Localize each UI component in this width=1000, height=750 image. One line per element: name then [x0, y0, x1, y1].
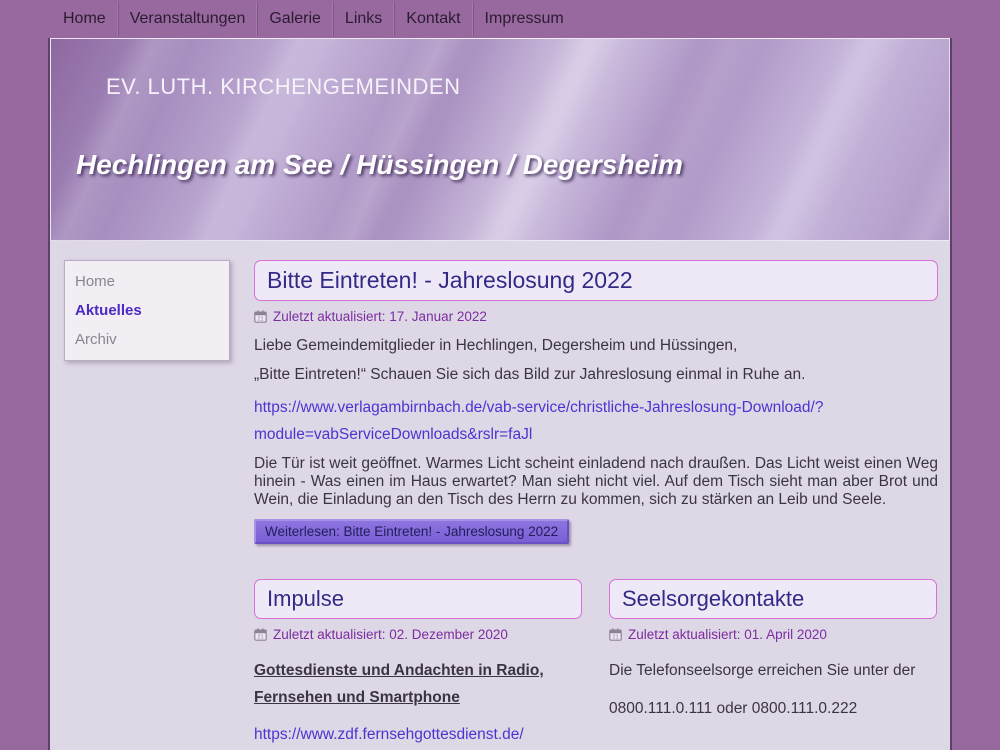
seelsorge-text: Die Telefonseelsorge erreichen Sie unter…: [609, 658, 937, 685]
impulse-updated-text: Zuletzt aktualisiert: 02. Dezember 2020: [273, 627, 508, 642]
article-updated-row: 21 Zuletzt aktualisiert: 17. Januar 2022: [254, 309, 938, 324]
readmore-button[interactable]: Weiterlesen: Bitte Eintreten! - Jahreslo…: [254, 519, 569, 544]
nav-item-veranstaltungen[interactable]: Veranstaltungen: [118, 2, 258, 36]
svg-text:21: 21: [257, 317, 263, 323]
seelsorge-updated-row: 21 Zuletzt aktualisiert: 01. April 2020: [609, 627, 937, 642]
seelsorge-title: Seelsorgekontakte: [609, 579, 937, 619]
sidebar-item-archiv[interactable]: Archiv: [65, 325, 229, 354]
bottom-columns: Impulse 21 Zuletzt aktualisiert: 02. Dez…: [254, 579, 938, 744]
site-slogan: Hechlingen am See / Hüssingen / Degershe…: [76, 149, 683, 181]
svg-text:21: 21: [612, 635, 618, 641]
nav-item-links[interactable]: Links: [333, 2, 394, 36]
seelsorge-column: Seelsorgekontakte 21 Zuletzt aktualisier…: [609, 579, 937, 744]
site-title: EV. LUTH. KIRCHENGEMEINDEN: [106, 74, 460, 100]
nav-item-galerie[interactable]: Galerie: [257, 2, 333, 36]
article-paragraph-2: „Bitte Eintreten!“ Schauen Sie sich das …: [254, 366, 938, 384]
calendar-icon: 21: [609, 628, 622, 641]
impulse-updated-row: 21 Zuletzt aktualisiert: 02. Dezember 20…: [254, 627, 582, 642]
content-area: Home Aktuelles Archiv Bitte Eintreten! -…: [50, 241, 950, 744]
nav-item-home[interactable]: Home: [52, 2, 118, 36]
article-download-link[interactable]: https://www.verlagambirnbach.de/vab-serv…: [254, 394, 938, 448]
article-paragraph-1: Liebe Gemeindemitglieder in Hechlingen, …: [254, 337, 938, 355]
header-banner: EV. LUTH. KIRCHENGEMEINDEN Hechlingen am…: [50, 38, 950, 241]
sidebar-item-aktuelles[interactable]: Aktuelles: [65, 296, 229, 325]
sidebar-item-home[interactable]: Home: [65, 267, 229, 296]
impulse-heading: Gottesdienste und Andachten in Radio, Fe…: [254, 658, 582, 711]
article-updated-text: Zuletzt aktualisiert: 17. Januar 2022: [273, 309, 487, 324]
seelsorge-updated-text: Zuletzt aktualisiert: 01. April 2020: [628, 627, 827, 642]
main-column: Bitte Eintreten! - Jahreslosung 2022 21 …: [254, 260, 938, 744]
sidebar-menu: Home Aktuelles Archiv: [64, 260, 230, 361]
seelsorge-phone-numbers: 0800.111.0.111 oder 0800.111.0.222: [609, 700, 937, 718]
top-navigation: Home Veranstaltungen Galerie Links Konta…: [0, 0, 1000, 38]
impulse-link[interactable]: https://www.zdf.fernsehgottesdienst.de/: [254, 726, 582, 744]
article-body-paragraph: Die Tür ist weit geöffnet. Warmes Licht …: [254, 455, 938, 509]
svg-text:21: 21: [257, 635, 263, 641]
impulse-column: Impulse 21 Zuletzt aktualisiert: 02. Dez…: [254, 579, 582, 744]
nav-item-impressum[interactable]: Impressum: [473, 2, 575, 36]
calendar-icon: 21: [254, 628, 267, 641]
page-wrapper: EV. LUTH. KIRCHENGEMEINDEN Hechlingen am…: [48, 38, 952, 750]
article-title: Bitte Eintreten! - Jahreslosung 2022: [254, 260, 938, 301]
nav-item-kontakt[interactable]: Kontakt: [394, 2, 472, 36]
impulse-title: Impulse: [254, 579, 582, 619]
calendar-icon: 21: [254, 310, 267, 323]
